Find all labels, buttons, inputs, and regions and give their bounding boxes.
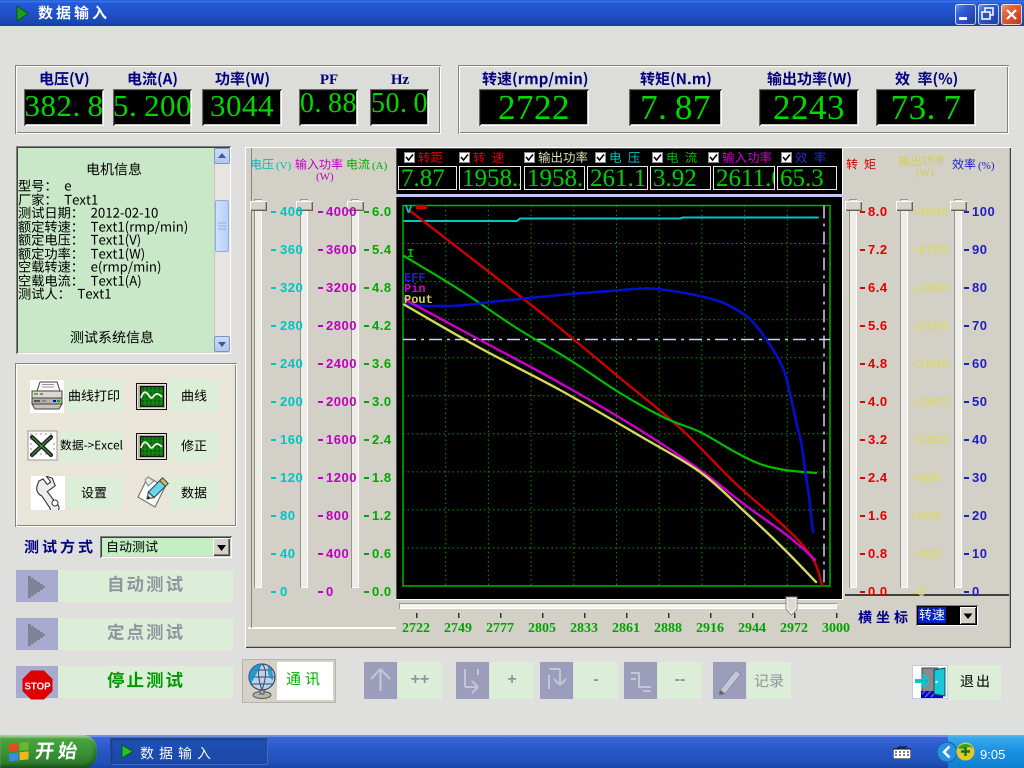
svg-text:I: I — [407, 247, 414, 261]
svg-text:STOP: STOP — [25, 682, 51, 693]
svg-text:V: V — [405, 203, 413, 217]
svg-text:Pout: Pout — [404, 293, 433, 307]
